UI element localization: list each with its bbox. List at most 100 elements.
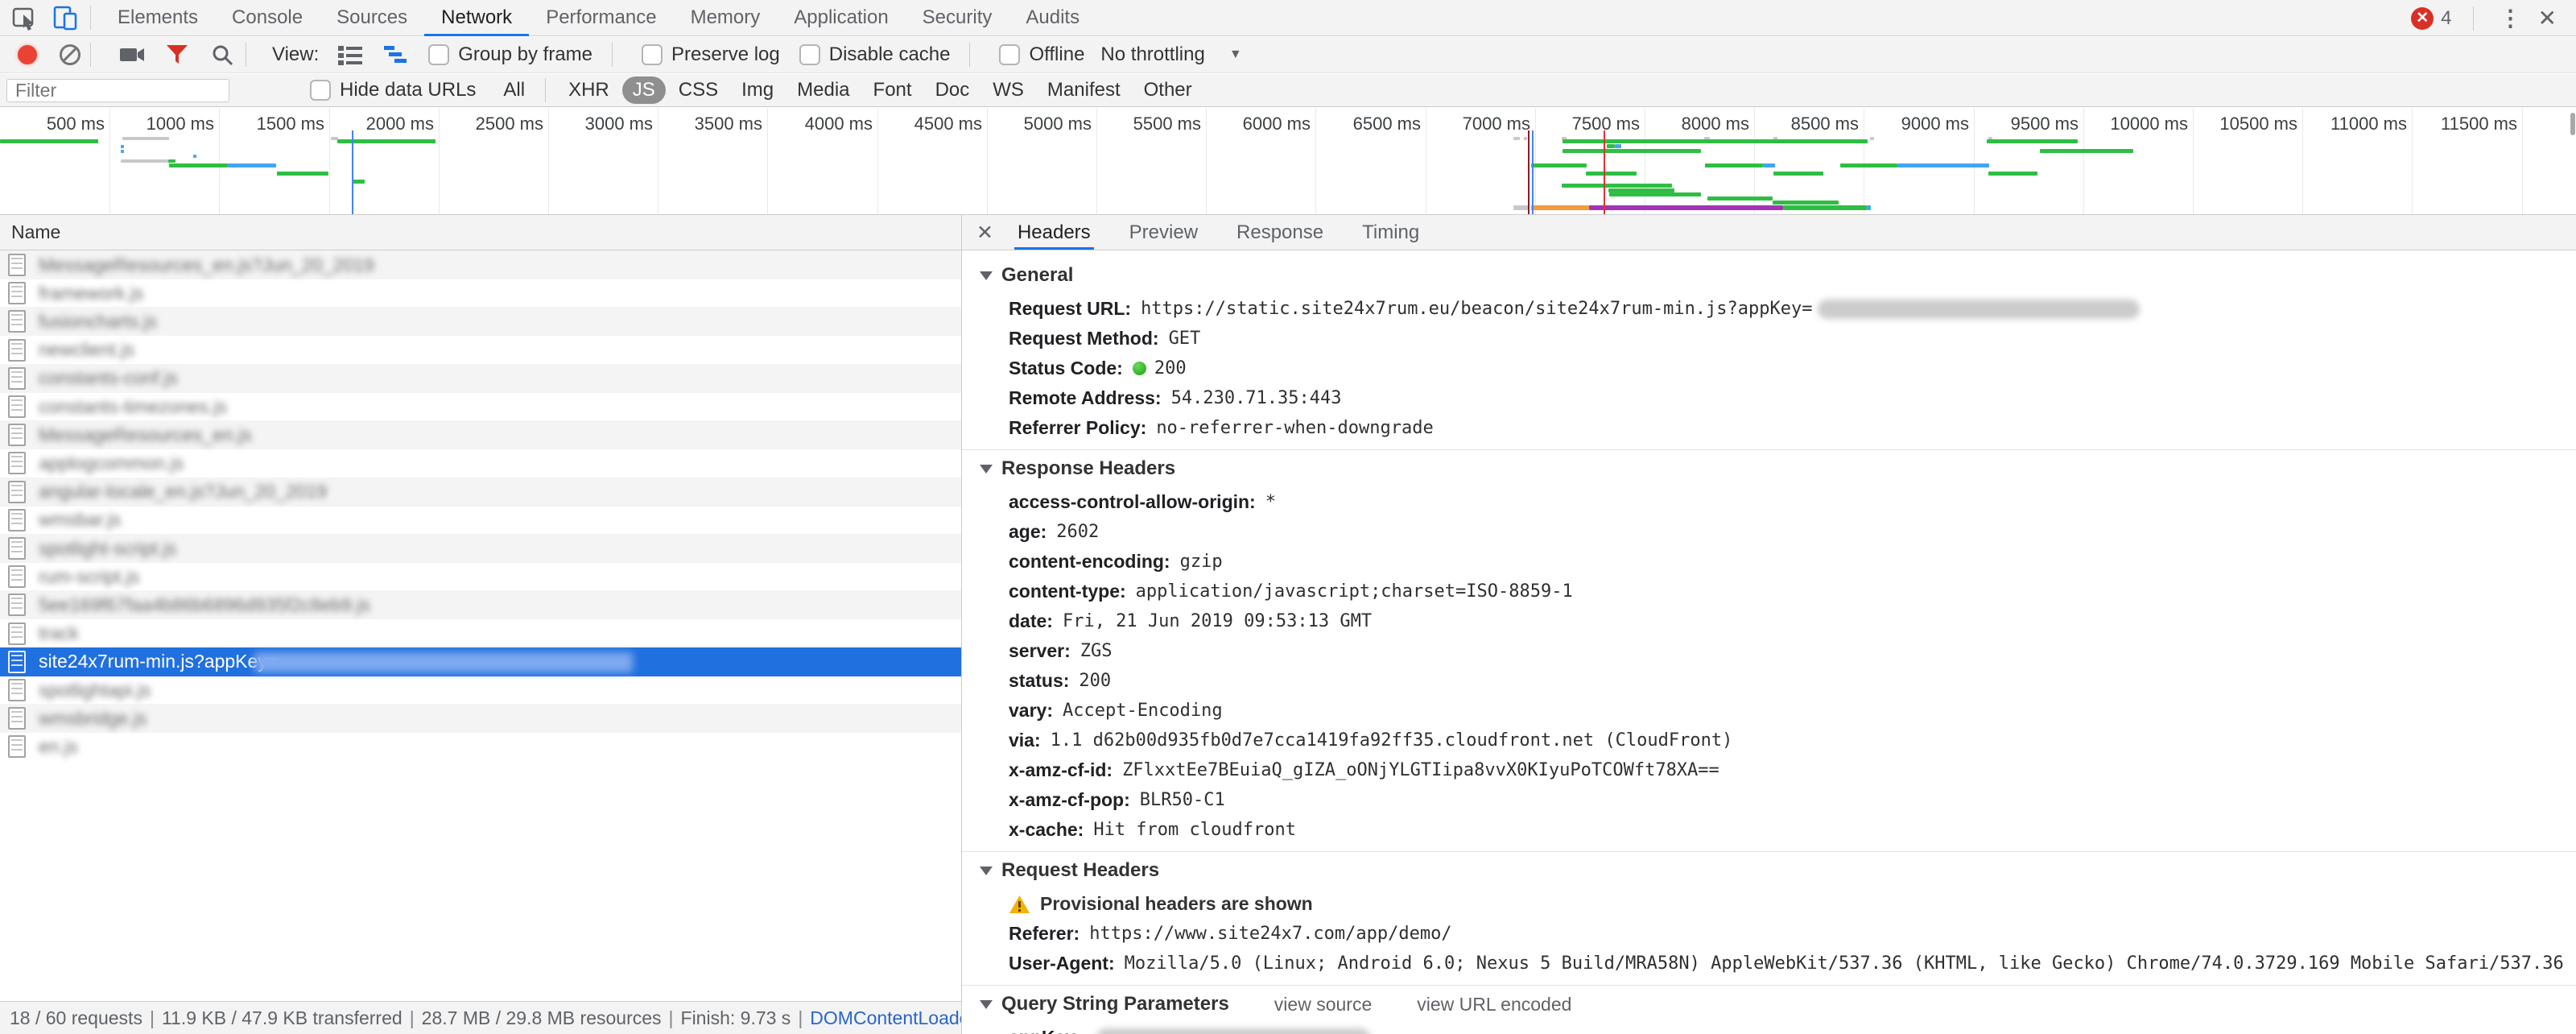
throttling-select[interactable]: No throttling xyxy=(1100,43,1204,66)
waterfall-bar xyxy=(121,145,124,148)
search-icon[interactable] xyxy=(208,43,236,67)
chevron-down-icon[interactable]: ▼ xyxy=(1229,48,1242,62)
script-file-icon xyxy=(8,537,26,560)
overview-scrollbar-thumb[interactable] xyxy=(2570,113,2575,135)
detail-tab-preview[interactable]: Preview xyxy=(1126,215,1201,250)
filter-pill-css[interactable]: CSS xyxy=(668,77,729,104)
disclosure-triangle-icon xyxy=(980,271,993,280)
script-file-icon xyxy=(8,395,26,418)
tab-elements[interactable]: Elements xyxy=(101,0,215,36)
view-waterfall-icon[interactable] xyxy=(382,43,409,67)
group-by-frame-label: Group by frame xyxy=(458,43,592,65)
filter-input[interactable] xyxy=(6,78,229,102)
request-row[interactable]: MessageResources_en.js xyxy=(0,420,961,450)
request-row[interactable]: framework.js xyxy=(0,279,961,308)
preserve-log-checkbox[interactable] xyxy=(642,44,663,65)
filter-pill-all[interactable]: All xyxy=(493,77,535,104)
section-header[interactable]: General xyxy=(962,257,2576,294)
tab-network[interactable]: Network xyxy=(424,0,530,36)
header-value: GET xyxy=(1168,329,1201,349)
hide-data-urls-checkbox[interactable] xyxy=(310,80,331,101)
header-key: Remote Address: xyxy=(1009,387,1162,408)
filter-pill-doc[interactable]: Doc xyxy=(925,77,980,104)
kebab-menu-icon[interactable]: ⋮ xyxy=(2500,5,2522,31)
offline-checkbox[interactable] xyxy=(999,44,1021,65)
inspect-element-icon[interactable] xyxy=(10,2,40,33)
request-row[interactable]: MessageResources_en.js?Jun_20_2019 xyxy=(0,250,961,279)
request-row[interactable]: track xyxy=(0,619,961,648)
tab-security[interactable]: Security xyxy=(906,0,1009,36)
request-row[interactable]: applogcommon.js xyxy=(0,449,961,478)
tab-memory[interactable]: Memory xyxy=(674,0,778,36)
header-value: BLR50-C1 xyxy=(1139,790,1225,810)
filter-pill-js[interactable]: JS xyxy=(621,77,666,104)
request-row[interactable]: constants-conf.js xyxy=(0,363,961,393)
request-row[interactable]: site24x7rum-min.js?appKey= xyxy=(0,647,961,676)
timeline-tick-label: 3500 ms xyxy=(694,114,762,134)
tab-audits[interactable]: Audits xyxy=(1009,0,1096,36)
request-row[interactable]: newclient.js xyxy=(0,336,961,365)
script-file-icon xyxy=(8,594,26,617)
filter-pill-font[interactable]: Font xyxy=(863,77,923,104)
record-network-log-icon[interactable] xyxy=(18,45,37,64)
tab-sources[interactable]: Sources xyxy=(320,0,424,36)
status-ok-icon xyxy=(1132,362,1146,375)
filter-pill-img[interactable]: Img xyxy=(731,77,784,104)
event-line-blue xyxy=(1532,130,1534,214)
request-row[interactable]: wmsbridge.js xyxy=(0,704,961,734)
devtools-window: Elements Console Sources Network Performance… xyxy=(0,0,2576,1034)
request-row[interactable]: 5ee169f67faa4b86b6896d935f2c8eb9.js xyxy=(0,590,961,620)
device-toolbar-icon[interactable] xyxy=(50,2,80,33)
filter-pill-manifest[interactable]: Manifest xyxy=(1037,77,1131,104)
waterfall-bar xyxy=(1773,201,1839,205)
network-filter-bar: Hide data URLs All XHRJSCSSImgMediaFontDo… xyxy=(0,74,2576,107)
detail-tab-timing[interactable]: Timing xyxy=(1359,215,1422,250)
disable-cache-checkbox[interactable] xyxy=(799,44,820,65)
header-line: Remote Address: 54.230.71.35:443 xyxy=(962,383,2576,413)
request-row[interactable]: angular-locale_en.js?Jun_20_2019 xyxy=(0,477,961,507)
tab-application[interactable]: Application xyxy=(777,0,905,36)
tab-performance[interactable]: Performance xyxy=(529,0,673,36)
section-header[interactable]: Response Headers xyxy=(962,450,2576,487)
section-link[interactable]: view source xyxy=(1274,994,1372,1015)
header-key: x-cache: xyxy=(1009,819,1084,840)
section-request-headers: Request Headers Provisional headers are s… xyxy=(962,851,2576,985)
request-row[interactable]: wmsbar.js xyxy=(0,506,961,535)
filter-funnel-icon[interactable] xyxy=(163,43,191,67)
request-row[interactable]: spotlightapi.js xyxy=(0,676,961,705)
request-name: applogcommon.js xyxy=(39,452,184,474)
filter-pill-media[interactable]: Media xyxy=(786,77,860,104)
group-by-frame-checkbox[interactable] xyxy=(428,44,450,65)
filter-pill-other[interactable]: Other xyxy=(1133,77,1203,104)
request-row[interactable]: rum-script.js xyxy=(0,562,961,591)
filter-pill-xhr[interactable]: XHR xyxy=(558,77,620,104)
detail-tab-response[interactable]: Response xyxy=(1233,215,1327,250)
waterfall-bar xyxy=(352,180,365,184)
filter-pill-ws[interactable]: WS xyxy=(982,77,1034,104)
request-row[interactable]: fusioncharts.js xyxy=(0,307,961,337)
script-file-icon xyxy=(8,366,26,390)
section-header[interactable]: Request Headers xyxy=(962,852,2576,889)
section-link[interactable]: view URL encoded xyxy=(1417,994,1571,1015)
clear-icon[interactable] xyxy=(60,44,80,65)
name-column-header[interactable]: Name xyxy=(0,215,961,250)
disclosure-triangle-icon xyxy=(980,866,993,875)
timeline-overview[interactable]: 500 ms 1000 ms 1500 ms 2000 ms 2500 ms 3000 m… xyxy=(0,108,2576,215)
status-segment: Finish: 9.73 s xyxy=(680,1007,791,1028)
resource-type-filters: All XHR JS CSS Img Media Font Doc WS Manifest Othe… xyxy=(490,77,1202,104)
waterfall-bar xyxy=(1763,163,1775,168)
redacted-value xyxy=(254,651,633,672)
detail-tab-headers[interactable]: Headers xyxy=(1013,215,1094,250)
screenshot-capture-icon[interactable] xyxy=(118,43,146,67)
error-badge-icon[interactable]: ✕ xyxy=(2411,6,2434,30)
close-details-icon[interactable]: ✕ xyxy=(976,215,993,250)
tab-console[interactable]: Console xyxy=(215,0,320,36)
header-key: x-amz-cf-pop: xyxy=(1009,789,1130,810)
request-row[interactable]: en.js xyxy=(0,732,961,761)
request-row[interactable]: constants-timezones.js xyxy=(0,392,961,421)
close-devtools-icon[interactable]: ✕ xyxy=(2538,5,2557,31)
view-list-icon[interactable] xyxy=(336,43,364,67)
request-row[interactable]: spotlight-script.js xyxy=(0,534,961,563)
section-header[interactable]: Query String Parameters view source view U… xyxy=(962,986,2576,1023)
main-toolbar: Elements Console Sources Network Performance… xyxy=(0,0,2576,36)
